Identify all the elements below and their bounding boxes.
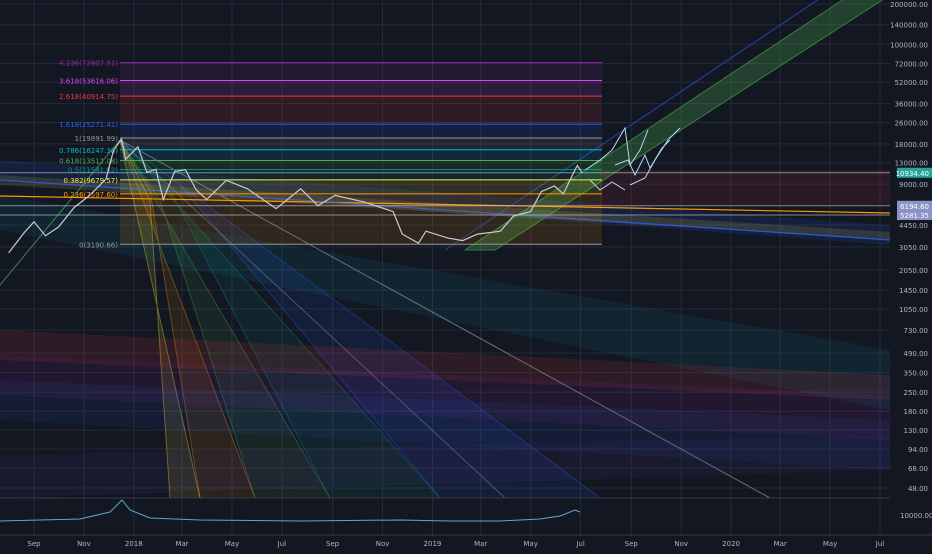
- chart-container: 4.236(72807.51) 3.618(53616.06) 2.618(4091…: [0, 0, 932, 550]
- indicator-scale-label: 10000.00: [900, 512, 932, 520]
- fib-level-label-5: 0.786(16247.38): [59, 147, 118, 155]
- y-tick-label-16: 490.00: [904, 350, 929, 358]
- fib-level-label-4: 1(19891.99): [75, 135, 119, 143]
- x-tick-label-5: Jul: [277, 540, 287, 548]
- fib-zone-1: [120, 80, 602, 97]
- y-tick-label-23: 48.00: [908, 485, 928, 493]
- fib-zone-3: [120, 124, 602, 139]
- fib-zone-5: [120, 149, 602, 161]
- y-tick-label-9: 9000.00: [899, 181, 928, 189]
- fib-level-label-8: 0.382(9679.57): [64, 177, 119, 185]
- fib-level-label-2: 2.618(40914.75): [59, 93, 118, 101]
- x-tick-label-12: Sep: [625, 540, 639, 548]
- x-tick-label-8: 2019: [424, 540, 442, 548]
- x-tick-label-7: Nov: [376, 540, 390, 548]
- fib-zone-6: [120, 160, 602, 170]
- x-tick-label-3: Mar: [175, 540, 188, 548]
- x-tick-label-15: Mar: [774, 540, 787, 548]
- x-tick-label-4: May: [225, 540, 239, 548]
- y-tick-label-10: 4450.00: [899, 222, 928, 230]
- x-tick-label-16: May: [823, 540, 837, 548]
- x-tick-label-17: Jul: [875, 540, 885, 548]
- x-tick-label-1: Nov: [77, 540, 91, 548]
- y-tick-label-20: 130.00: [904, 427, 929, 435]
- x-tick-label-13: Nov: [674, 540, 688, 548]
- fib-zone-4: [120, 138, 602, 150]
- fib-level-label-7: 0.5(11541.52): [68, 167, 118, 175]
- fib-zone-7: [120, 169, 602, 180]
- x-tick-label-11: Jul: [575, 540, 585, 548]
- y-tick-label-13: 1450.00: [899, 287, 928, 295]
- x-tick-label-9: Mar: [474, 540, 487, 548]
- y-tick-label-7: 18000.00: [895, 141, 928, 149]
- price-tag-label-0: 10934.40: [896, 170, 929, 178]
- y-tick-label-15: 730.00: [904, 327, 929, 335]
- fib-level-label-3: 1.618(25271.41): [59, 121, 118, 129]
- x-tick-label-14: 2020: [722, 540, 740, 548]
- fib-zone-0: [120, 62, 602, 81]
- y-tick-label-3: 72000.00: [895, 60, 928, 68]
- x-tick-label-6: Sep: [326, 540, 340, 548]
- descending-band-7: [600, 170, 890, 205]
- y-tick-label-22: 68.00: [908, 465, 928, 473]
- y-tick-label-17: 350.00: [904, 370, 929, 378]
- y-tick-label-11: 3050.00: [899, 244, 928, 252]
- y-tick-label-8: 13000.00: [895, 160, 928, 168]
- x-tick-label-10: May: [523, 540, 537, 548]
- y-tick-label-12: 2050.00: [899, 267, 928, 275]
- y-tick-label-21: 94.00: [908, 446, 928, 454]
- fib-level-label-0: 4.236(72807.51): [59, 60, 118, 68]
- y-tick-label-5: 36000.00: [895, 101, 928, 109]
- price-tag-label-2: 5281.35: [900, 212, 929, 220]
- x-tick-label-2: 2018: [125, 540, 143, 548]
- fib-level-label-1: 3.618(53616.06): [59, 77, 118, 85]
- y-tick-label-2: 100000.00: [890, 41, 928, 49]
- y-tick-label-14: 1050.00: [899, 306, 928, 314]
- y-tick-label-4: 52000.00: [895, 79, 928, 87]
- x-tick-label-0: Sep: [27, 540, 41, 548]
- price-tag-label-1: 6194.60: [900, 203, 929, 211]
- fib-zone-2: [120, 96, 602, 125]
- fib-level-label-10: 0(3190.66): [79, 241, 118, 249]
- y-tick-label-0: 200000.00: [890, 1, 928, 9]
- y-tick-label-18: 250.00: [904, 389, 929, 397]
- price-chart: 4.236(72807.51) 3.618(53616.06) 2.618(4091…: [0, 0, 932, 550]
- y-tick-label-19: 180.00: [904, 408, 929, 416]
- y-tick-label-6: 26000.00: [895, 119, 928, 127]
- y-tick-label-1: 140000.00: [890, 22, 928, 30]
